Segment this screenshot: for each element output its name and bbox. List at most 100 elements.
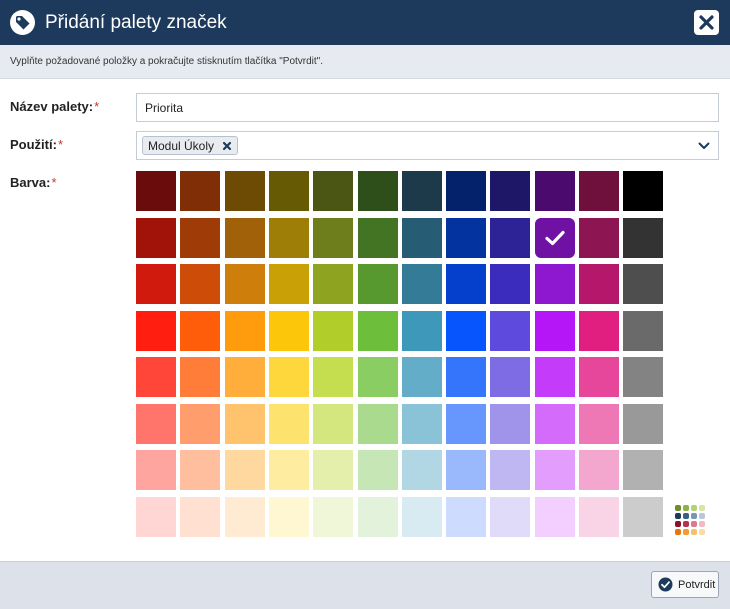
color-swatch[interactable] [225,497,265,537]
remove-x-icon[interactable] [222,141,232,151]
color-swatch[interactable] [623,357,663,397]
color-swatch[interactable] [402,171,442,211]
color-swatch[interactable] [313,357,353,397]
color-swatch[interactable] [358,357,398,397]
color-swatch[interactable] [136,497,176,537]
color-swatch[interactable] [490,497,530,537]
color-swatch[interactable] [402,264,442,304]
color-swatch[interactable] [402,218,442,258]
color-swatch[interactable] [623,497,663,537]
color-swatch[interactable] [269,171,309,211]
color-swatch[interactable] [446,311,486,351]
color-swatch[interactable] [313,311,353,351]
confirm-button[interactable]: Potvrdit [651,571,719,598]
color-swatch[interactable] [225,450,265,490]
color-swatch[interactable] [269,311,309,351]
color-swatch[interactable] [579,171,619,211]
color-swatch[interactable] [225,264,265,304]
color-swatch[interactable] [180,404,220,444]
color-swatch[interactable] [180,450,220,490]
color-swatch[interactable] [490,357,530,397]
color-swatch[interactable] [269,264,309,304]
color-swatch[interactable] [358,450,398,490]
color-swatch[interactable] [313,450,353,490]
color-swatch[interactable] [535,450,575,490]
color-swatch[interactable] [579,357,619,397]
color-swatch[interactable] [180,311,220,351]
color-swatch[interactable] [269,450,309,490]
color-swatch[interactable] [446,497,486,537]
color-swatch[interactable] [313,171,353,211]
color-swatch[interactable] [579,404,619,444]
color-swatch-selected[interactable] [535,218,575,258]
color-swatch[interactable] [136,357,176,397]
color-swatch[interactable] [136,171,176,211]
color-swatch[interactable] [535,497,575,537]
color-swatch[interactable] [225,404,265,444]
color-swatch[interactable] [313,497,353,537]
color-swatch[interactable] [225,311,265,351]
color-swatch[interactable] [269,404,309,444]
color-swatch[interactable] [579,497,619,537]
color-swatch[interactable] [490,450,530,490]
color-swatch[interactable] [446,404,486,444]
color-swatch[interactable] [623,264,663,304]
color-swatch[interactable] [535,264,575,304]
color-swatch[interactable] [180,357,220,397]
color-swatch[interactable] [402,497,442,537]
color-swatch[interactable] [623,218,663,258]
color-swatch[interactable] [490,171,530,211]
color-swatch[interactable] [446,171,486,211]
palette-grid-icon[interactable] [675,505,707,537]
color-swatch[interactable] [490,311,530,351]
color-swatch[interactable] [136,450,176,490]
color-swatch[interactable] [136,311,176,351]
color-swatch[interactable] [180,218,220,258]
color-swatch[interactable] [358,404,398,444]
color-swatch[interactable] [269,218,309,258]
color-swatch[interactable] [402,450,442,490]
color-swatch[interactable] [180,497,220,537]
color-swatch[interactable] [579,311,619,351]
color-swatch[interactable] [358,218,398,258]
color-swatch[interactable] [269,497,309,537]
color-swatch[interactable] [446,450,486,490]
color-swatch[interactable] [313,218,353,258]
color-swatch[interactable] [446,357,486,397]
color-swatch[interactable] [535,311,575,351]
color-swatch[interactable] [490,404,530,444]
color-swatch[interactable] [579,264,619,304]
color-swatch[interactable] [358,264,398,304]
color-swatch[interactable] [490,218,530,258]
palette-name-input[interactable]: Priorita [136,93,719,122]
color-swatch[interactable] [402,404,442,444]
color-swatch[interactable] [136,404,176,444]
color-swatch[interactable] [313,264,353,304]
color-swatch[interactable] [136,218,176,258]
color-swatch[interactable] [623,171,663,211]
color-swatch[interactable] [402,311,442,351]
color-swatch[interactable] [180,264,220,304]
color-swatch[interactable] [225,357,265,397]
color-swatch[interactable] [358,311,398,351]
color-swatch[interactable] [579,218,619,258]
color-swatch[interactable] [180,171,220,211]
color-swatch[interactable] [623,450,663,490]
color-swatch[interactable] [269,357,309,397]
color-swatch[interactable] [313,404,353,444]
color-swatch[interactable] [446,218,486,258]
close-button[interactable] [694,10,719,35]
color-swatch[interactable] [490,264,530,304]
color-swatch[interactable] [136,264,176,304]
color-swatch[interactable] [535,404,575,444]
color-swatch[interactable] [535,357,575,397]
usage-select[interactable]: Modul Úkoly [136,131,719,160]
color-swatch[interactable] [225,218,265,258]
color-swatch[interactable] [402,357,442,397]
color-swatch[interactable] [535,171,575,211]
color-swatch[interactable] [579,450,619,490]
color-swatch[interactable] [623,404,663,444]
color-swatch[interactable] [358,171,398,211]
chevron-down-icon[interactable] [698,141,710,151]
color-swatch[interactable] [623,311,663,351]
